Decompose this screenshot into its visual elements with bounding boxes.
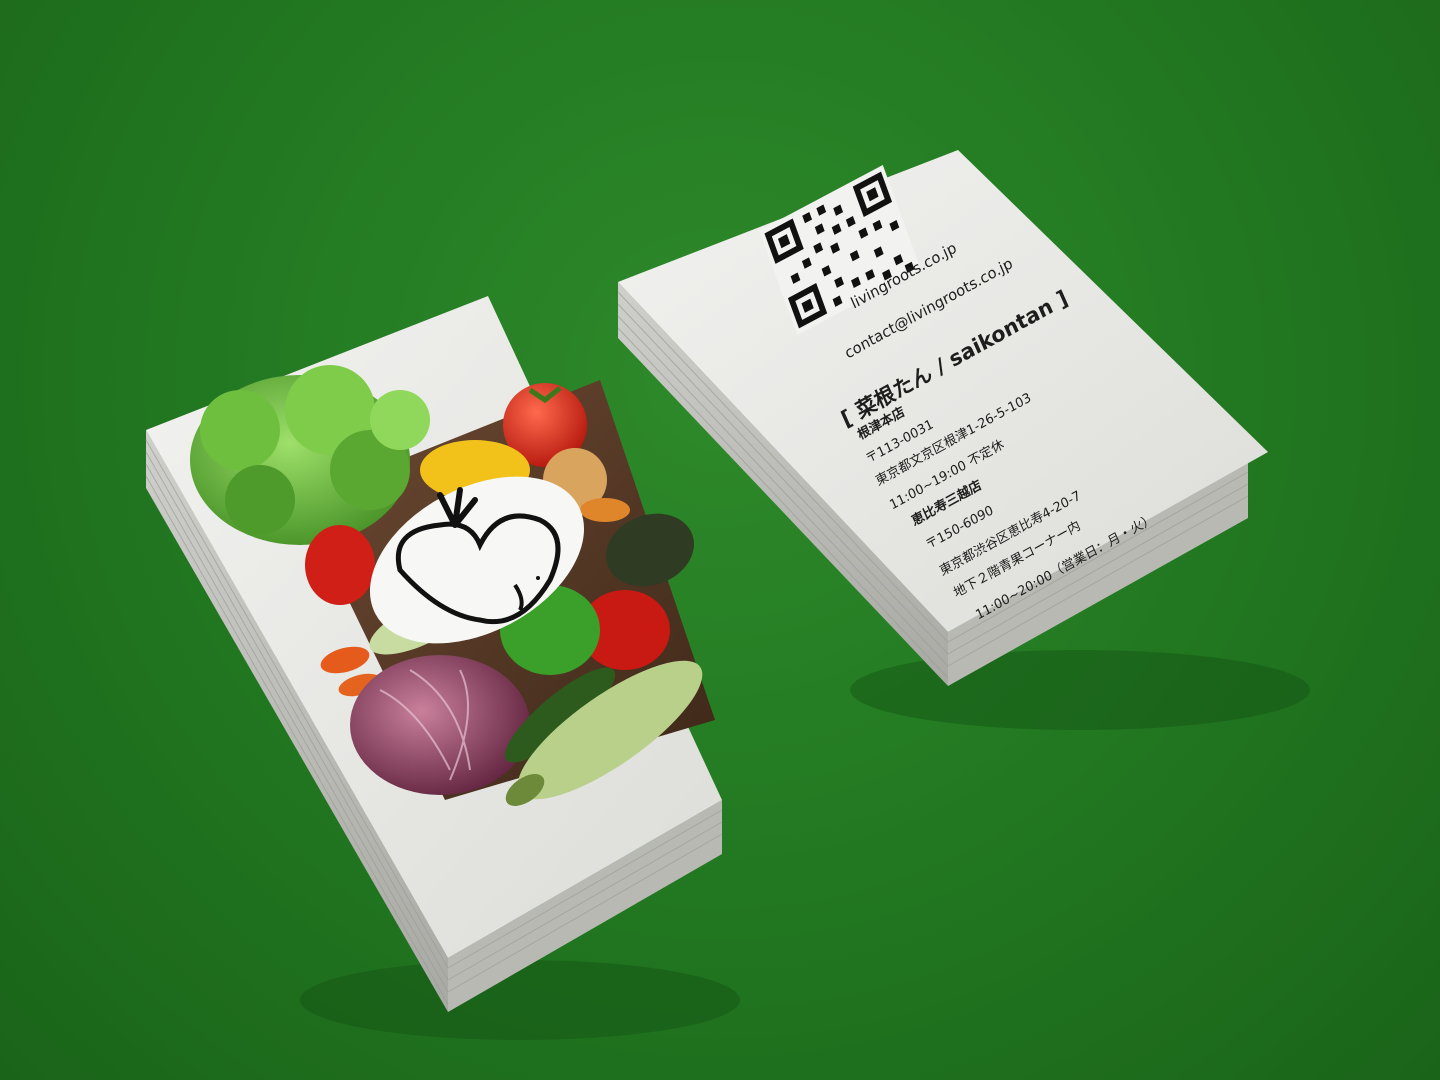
back-card-text: livingroots.co.jp contact@livingroots.co… (600, 150, 1160, 623)
red-cabbage (350, 655, 530, 795)
brand-name: [ 菜根たん / saikontan ] (837, 285, 1072, 432)
